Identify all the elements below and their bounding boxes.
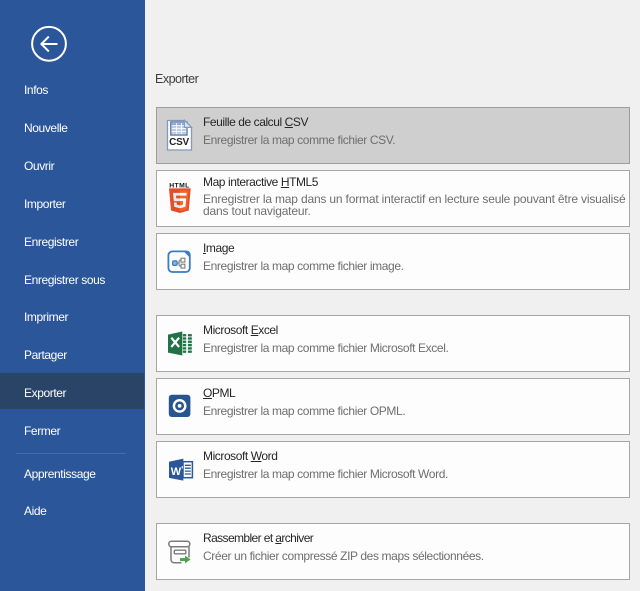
svg-text:W: W (171, 466, 182, 478)
svg-text:CSV: CSV (169, 137, 189, 148)
